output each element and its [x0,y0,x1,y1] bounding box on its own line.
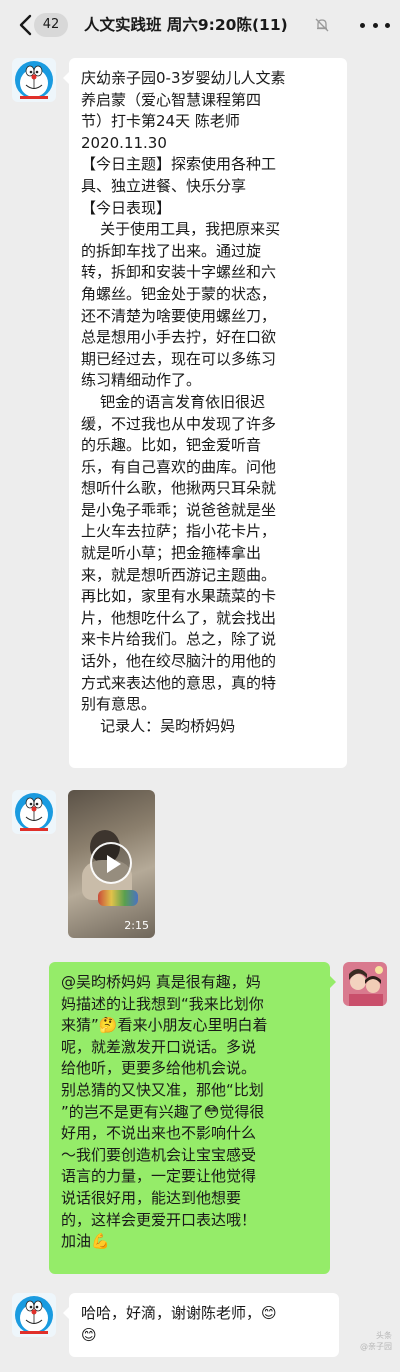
sender-avatar[interactable] [12,58,56,102]
video-message[interactable]: 2:15 [68,790,155,938]
sender-avatar[interactable] [12,1293,56,1337]
chat-header: 42 人文实践班 周六9:20陈(11) [0,0,400,50]
my-avatar[interactable] [343,962,387,1006]
chat-title: 人文实践班 周六9:20陈(11) [84,16,288,34]
unread-count-badge[interactable]: 42 [34,13,68,37]
play-icon[interactable] [90,842,132,884]
message-bubble-left[interactable]: 庆幼亲子园0-3岁婴幼儿人文素 养启蒙（爱心智慧课程第四 节）打卡第24天 陈老… [63,58,347,768]
sender-avatar[interactable] [12,790,56,834]
mute-bell-icon [314,17,330,33]
message-bubble-right[interactable]: @吴昀桥妈妈 真是很有趣，妈 妈描述的让我想到“我来比划你 来猜”🤔看来小朋友心… [49,962,336,1274]
more-options-icon[interactable] [360,14,390,36]
message-bubble-left[interactable]: 哈哈，好滴，谢谢陈老师，😊 😊 [63,1293,339,1357]
video-thumbnail-toy [98,890,138,906]
video-duration: 2:15 [124,919,149,932]
watermark: 头条 @亲子园 [360,1331,392,1351]
